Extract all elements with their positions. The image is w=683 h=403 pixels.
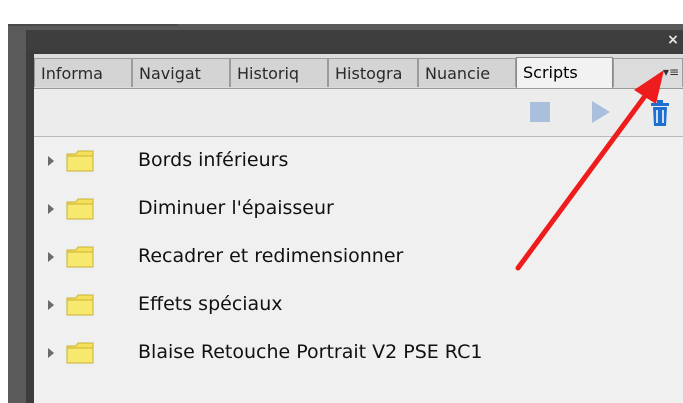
annotation-arrow [515,70,664,271]
